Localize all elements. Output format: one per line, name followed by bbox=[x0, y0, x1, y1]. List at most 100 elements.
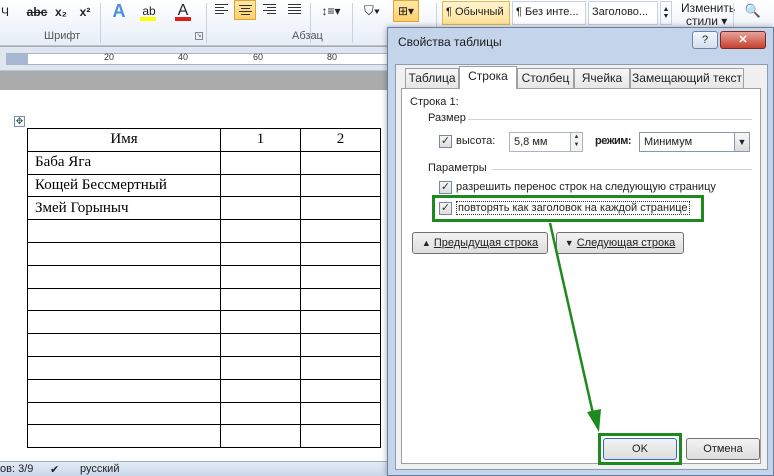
table-row[interactable]: Кощей Бессмертный bbox=[27, 173, 381, 198]
style-normal[interactable]: ¶ Обычный bbox=[442, 1, 510, 25]
table-cell[interactable] bbox=[27, 378, 221, 403]
table-cell[interactable] bbox=[220, 287, 301, 312]
tab-table[interactable]: Таблица bbox=[405, 68, 459, 88]
table-cell[interactable] bbox=[220, 333, 301, 357]
table-move-handle-icon[interactable]: ✥ bbox=[14, 116, 25, 127]
table-cell[interactable] bbox=[27, 333, 221, 357]
table-row[interactable] bbox=[27, 241, 381, 266]
height-input[interactable]: 5,8 мм bbox=[509, 132, 571, 152]
change-styles-dropdown[interactable]: стили ▾ bbox=[686, 14, 727, 28]
allow-break-label[interactable]: разрешить перенос строк на следующую стр… bbox=[456, 181, 716, 193]
tab-column[interactable]: Столбец bbox=[517, 68, 574, 88]
previous-row-button[interactable]: ▲ Предыдущая строка bbox=[412, 232, 548, 254]
table-cell[interactable] bbox=[220, 150, 301, 175]
table-row[interactable] bbox=[27, 333, 381, 357]
align-center-button[interactable] bbox=[234, 0, 256, 20]
mode-select[interactable]: Минимум bbox=[639, 132, 735, 152]
table-cell[interactable] bbox=[220, 264, 301, 289]
table-cell[interactable] bbox=[220, 310, 301, 335]
table-cell[interactable] bbox=[300, 424, 381, 449]
help-button[interactable]: ? bbox=[692, 31, 718, 49]
allow-break-checkbox[interactable]: ✓ bbox=[439, 181, 452, 194]
table-cell[interactable] bbox=[220, 424, 301, 449]
height-spinner[interactable]: ▲ ▼ bbox=[570, 132, 583, 152]
close-button[interactable]: ✕ bbox=[720, 31, 766, 49]
proofing-icon[interactable]: ✔︎ bbox=[50, 463, 59, 476]
table-cell[interactable]: Кощей Бессмертный bbox=[27, 173, 221, 198]
language-indicator[interactable]: русский bbox=[80, 463, 119, 475]
table-cell[interactable]: 2 bbox=[300, 128, 381, 152]
table-cell[interactable] bbox=[220, 219, 301, 243]
document-table[interactable]: Имя 1 2 Баба Яга Кощей Бессмертный Змей Горын… bbox=[27, 128, 381, 449]
table-row[interactable] bbox=[27, 378, 381, 403]
next-row-button[interactable]: ▼ Следующая строка bbox=[556, 232, 684, 254]
table-row[interactable] bbox=[27, 401, 381, 426]
font-dialog-launcher-icon[interactable]: ↘ bbox=[195, 32, 203, 40]
editing-icon[interactable]: 🔍 bbox=[738, 0, 768, 22]
justify-button[interactable] bbox=[284, 0, 306, 20]
table-cell[interactable]: Змей Горыныч bbox=[27, 196, 221, 221]
text-effects-icon[interactable]: A bbox=[106, 0, 132, 22]
table-header-row[interactable]: Имя 1 2 bbox=[27, 128, 381, 152]
table-row[interactable]: Баба Яга bbox=[27, 150, 381, 175]
table-cell[interactable] bbox=[220, 401, 301, 426]
table-cell[interactable] bbox=[27, 310, 221, 335]
height-label[interactable]: высота: bbox=[456, 135, 495, 147]
style-heading-1[interactable]: Заголово... bbox=[588, 1, 658, 25]
table-cell[interactable] bbox=[27, 401, 221, 426]
table-cell[interactable] bbox=[27, 424, 221, 449]
table-cell[interactable] bbox=[300, 333, 381, 357]
table-cell[interactable]: 1 bbox=[220, 128, 301, 152]
table-row[interactable] bbox=[27, 264, 381, 289]
tab-cell[interactable]: Ячейка bbox=[574, 68, 630, 88]
line-spacing-icon[interactable]: ↕≡▾ bbox=[316, 0, 346, 22]
table-cell[interactable]: Баба Яга bbox=[27, 150, 221, 175]
dialog-titlebar[interactable]: Свойства таблицы ? ✕ bbox=[388, 28, 773, 56]
table-cell[interactable] bbox=[300, 150, 381, 175]
table-cell[interactable] bbox=[220, 355, 301, 380]
table-cell[interactable] bbox=[27, 219, 221, 243]
table-cell[interactable] bbox=[300, 241, 381, 266]
table-row[interactable] bbox=[27, 355, 381, 380]
table-row[interactable] bbox=[27, 424, 381, 449]
borders-icon[interactable]: ⊞▾ bbox=[393, 0, 419, 22]
style-no-spacing[interactable]: ¶ Без инте... bbox=[512, 1, 586, 25]
table-cell[interactable] bbox=[300, 264, 381, 289]
table-row[interactable] bbox=[27, 310, 381, 335]
table-cell[interactable] bbox=[300, 355, 381, 380]
subscript-button[interactable]: x₂ bbox=[50, 1, 72, 23]
table-cell[interactable] bbox=[300, 378, 381, 403]
table-cell[interactable] bbox=[300, 310, 381, 335]
font-color-icon[interactable]: A bbox=[170, 0, 196, 22]
table-cell[interactable] bbox=[220, 378, 301, 403]
shading-icon[interactable]: ⛉▾ bbox=[357, 0, 387, 22]
strikethrough-button[interactable]: abc bbox=[26, 1, 48, 23]
table-cell[interactable] bbox=[300, 173, 381, 198]
align-right-button[interactable] bbox=[259, 0, 281, 20]
table-cell[interactable] bbox=[220, 173, 301, 198]
table-row[interactable] bbox=[27, 219, 381, 243]
highlight-color-icon[interactable]: ab bbox=[136, 0, 162, 22]
table-cell[interactable] bbox=[27, 287, 221, 312]
height-checkbox[interactable]: ✓ bbox=[439, 135, 452, 148]
table-cell[interactable]: Имя bbox=[27, 128, 221, 152]
cancel-button[interactable]: Отмена bbox=[686, 438, 760, 460]
table-cell[interactable] bbox=[300, 401, 381, 426]
table-cell[interactable] bbox=[300, 196, 381, 221]
table-row[interactable] bbox=[27, 287, 381, 312]
change-styles-label[interactable]: Изменить bbox=[681, 1, 735, 15]
table-cell[interactable] bbox=[300, 219, 381, 243]
chevron-down-icon[interactable]: ▼ bbox=[734, 132, 750, 152]
align-left-button[interactable] bbox=[211, 0, 233, 20]
table-cell[interactable] bbox=[220, 241, 301, 266]
tab-row[interactable]: Строка bbox=[459, 66, 517, 89]
styles-scroll-icon[interactable]: ▲ ▼ bbox=[660, 1, 672, 25]
table-cell[interactable] bbox=[27, 241, 221, 266]
underline-button[interactable]: Ч bbox=[0, 1, 10, 23]
tab-alt-text[interactable]: Замещающий текст bbox=[630, 68, 744, 88]
table-cell[interactable] bbox=[27, 264, 221, 289]
superscript-button[interactable]: x² bbox=[74, 1, 96, 23]
table-cell[interactable] bbox=[300, 287, 381, 312]
page-count[interactable]: ов: 3/9 bbox=[0, 463, 33, 475]
table-cell[interactable] bbox=[220, 196, 301, 221]
